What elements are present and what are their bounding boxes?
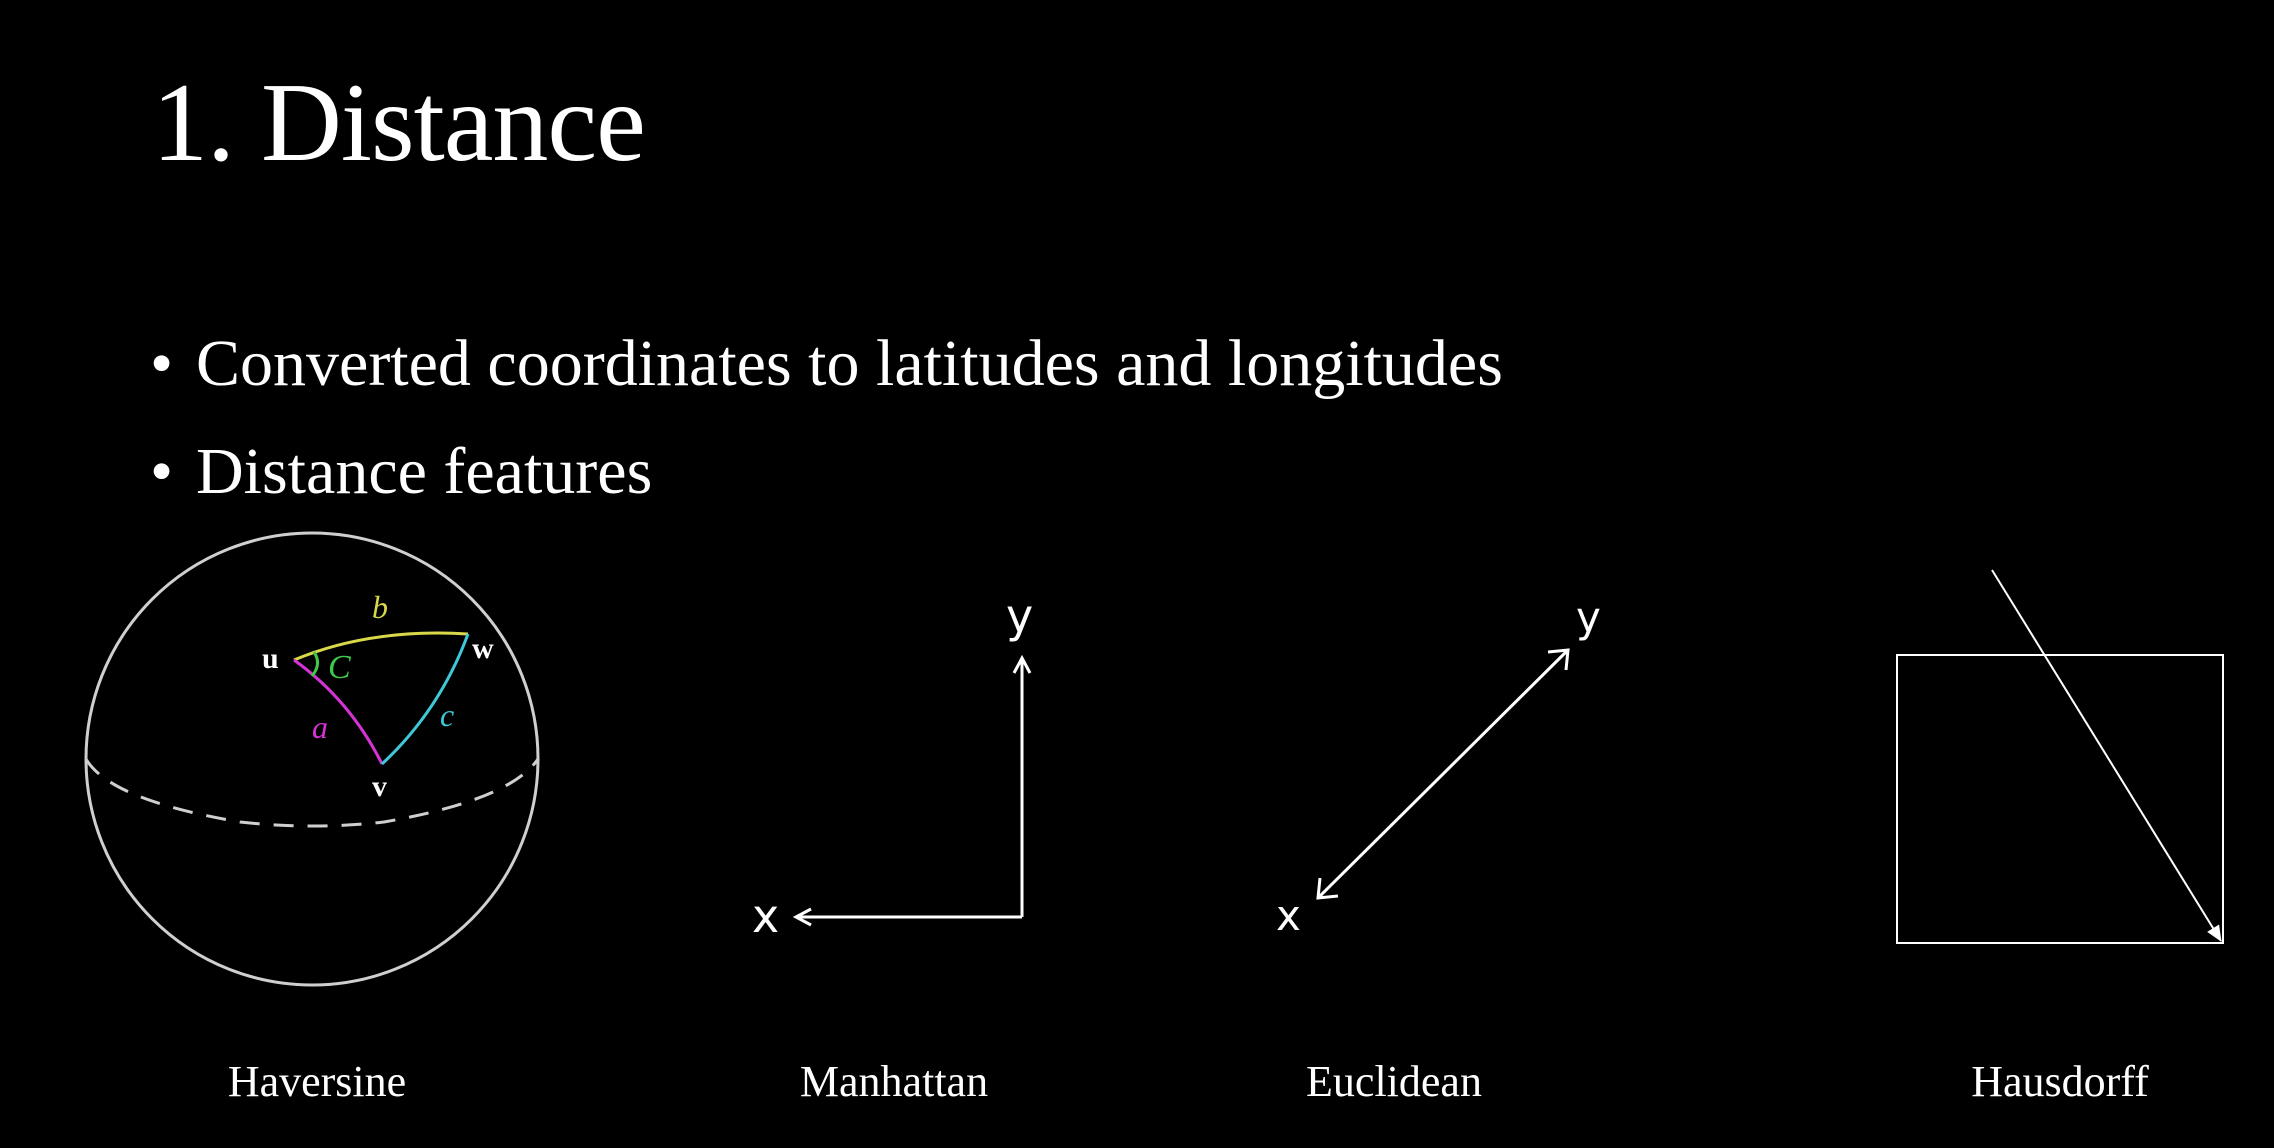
point-u-label: u <box>262 642 279 675</box>
sphere-outline <box>84 531 540 987</box>
caption-hausdorff: Hausdorff <box>1971 1057 2149 1106</box>
distance-diagrams: u w v b a c C y x y x <box>84 531 2224 987</box>
arc-b <box>293 631 469 662</box>
angle-c-label: C <box>328 649 351 686</box>
hausdorff-diagram <box>1896 569 2224 944</box>
caption-manhattan: Manhattan <box>799 1057 989 1106</box>
arc-c-label: c <box>440 697 454 733</box>
caption-euclidean: Euclidean <box>1306 1057 1482 1106</box>
euclidean-line <box>1316 648 1570 900</box>
haversine-diagram: u w v b a c C <box>84 531 540 987</box>
euclidean-x-label: x <box>1276 891 1301 940</box>
caption-haversine: Haversine <box>227 1057 407 1106</box>
manhattan-diagram: y x <box>752 589 1033 943</box>
hausdorff-arrow <box>1991 569 2222 942</box>
point-v-label: v <box>372 770 387 803</box>
point-w-label: w <box>472 632 494 665</box>
arc-a-label: a <box>312 709 328 745</box>
hausdorff-box <box>1896 654 2224 944</box>
manhattan-y-label: y <box>1006 589 1033 643</box>
equator-hidden-arc <box>84 758 540 828</box>
manhattan-x-label: x <box>752 889 779 943</box>
euclidean-y-label: y <box>1576 593 1601 642</box>
angle-c-arc <box>310 651 319 677</box>
arc-c <box>380 633 470 766</box>
arc-b-label: b <box>372 589 388 625</box>
euclidean-diagram: y x <box>1276 593 1601 940</box>
